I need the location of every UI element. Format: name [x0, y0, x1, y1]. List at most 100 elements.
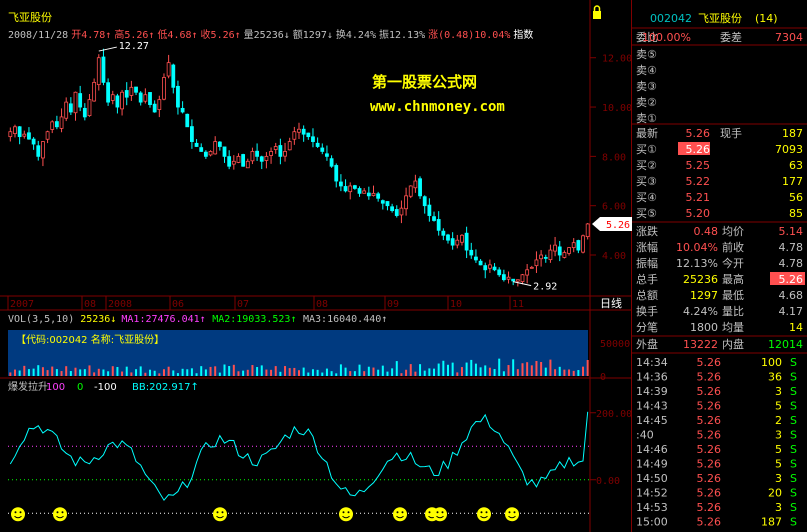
tick-volume: 5: [775, 400, 782, 413]
candle-body: [96, 57, 101, 86]
weicha-label: 委差: [720, 30, 742, 44]
candle-body: [483, 265, 488, 271]
candle-body: [185, 113, 190, 128]
info-item: 低4.68↑: [157, 30, 198, 41]
candle-body: [343, 186, 348, 192]
buy-level-volume: 7093: [775, 143, 803, 156]
stat-label: 均量: [722, 321, 744, 334]
indicator-legend-item: 爆发拉升: [8, 380, 48, 393]
stat-label: 振幅: [636, 256, 658, 270]
candle-body: [68, 103, 73, 113]
neipan-value: 12014: [768, 338, 803, 351]
stat-label: 换手: [636, 304, 658, 318]
candle-body: [120, 91, 124, 110]
candle-body: [13, 126, 17, 135]
weibi-value: 100.00%: [642, 31, 691, 44]
tick-side: S: [790, 443, 797, 456]
tick-time: 15:00: [636, 516, 668, 529]
volume-tick-label: 50000: [600, 339, 630, 350]
candle-body: [138, 92, 143, 103]
tick-side: S: [790, 487, 797, 500]
candle-body: [54, 121, 59, 128]
candle-body: [129, 86, 134, 96]
candle-body: [78, 93, 83, 108]
stat-value: 4.24%: [683, 305, 718, 318]
tick-price: 5.26: [697, 371, 722, 384]
tick-price: 5.26: [697, 356, 722, 369]
tick-volume: 20: [768, 487, 782, 500]
candle-body: [366, 192, 371, 197]
tick-time: 14:36: [636, 371, 668, 384]
candle-body: [497, 269, 502, 276]
candle-body: [520, 274, 525, 283]
kline-chart-svg[interactable]: 12.00 10.00 8.00 6.00 4.00 5.26 12.27 2.92 2007 0…: [0, 0, 632, 532]
candle-body: [106, 82, 111, 103]
candle-body: [180, 107, 185, 113]
date-tick-label: 11: [512, 299, 524, 310]
indicator-legend-item: 0: [77, 382, 83, 393]
candle-body: [92, 81, 97, 102]
candle-body: [171, 64, 176, 88]
buy-signal-smiley-icon: [339, 507, 353, 522]
stat-label: 涨跌: [636, 224, 658, 238]
candle-body: [553, 244, 557, 252]
tick-price: 5.26: [697, 472, 722, 485]
candle-body: [222, 146, 227, 157]
tick-volume: 100: [761, 356, 782, 369]
xianshou-label: 现手: [720, 126, 742, 140]
candle-body: [31, 138, 36, 145]
candle-body: [199, 147, 204, 152]
chart-area[interactable]: 12.00 10.00 8.00 6.00 4.00 5.26 12.27 2.92 2007 0…: [0, 0, 632, 532]
tick-side: S: [790, 516, 797, 529]
candle-body: [278, 145, 283, 157]
lock-icon[interactable]: [590, 4, 604, 22]
date-tick-label: 09: [387, 299, 399, 310]
candle-body: [525, 269, 530, 276]
candle-body: [22, 133, 27, 137]
period-label[interactable]: 日线: [600, 296, 622, 310]
volume-legend-item: 25236↓: [80, 314, 116, 325]
candle-body: [190, 126, 194, 142]
buy-level-volume: 177: [782, 175, 803, 188]
candle-body: [394, 209, 399, 216]
info-item: 高5.26↑: [114, 30, 155, 41]
candle-body: [385, 201, 390, 207]
candle-body: [408, 185, 413, 197]
indicator-legend-item: BB:202.917↑: [132, 382, 199, 393]
info-item[interactable]: 指数: [513, 30, 533, 41]
date-tick-label: 08: [316, 299, 328, 310]
stat-value: 1800: [690, 321, 718, 334]
candle-body: [311, 136, 315, 142]
candle-body: [194, 142, 199, 147]
candle-body: [166, 62, 171, 77]
candle-body: [152, 103, 157, 113]
candle-body: [529, 266, 534, 269]
info-item: 涨(0.48)10.04%: [428, 30, 511, 41]
tick-volume: 36: [768, 371, 782, 384]
candle-body: [236, 155, 241, 163]
tick-price: 5.26: [697, 487, 722, 500]
volume-legend-item: VOL(3,5,10): [8, 314, 74, 325]
candle-body: [148, 92, 152, 105]
candle-body: [352, 185, 357, 189]
candle-body: [511, 278, 516, 282]
candle-body: [348, 185, 353, 193]
tick-side: S: [790, 371, 797, 384]
price-tick-label: 12.00: [602, 54, 632, 65]
waipan-label: 外盘: [636, 337, 658, 351]
tick-time: 14:45: [636, 414, 668, 427]
candle-body: [73, 91, 78, 114]
candle-body: [478, 260, 483, 266]
stock-name: 飞亚股份: [698, 12, 742, 25]
buy-level-label: 买⑤: [636, 207, 657, 220]
candle-body: [297, 128, 301, 133]
watermark-title: 第一股票公式网: [372, 73, 478, 91]
candle-body: [460, 234, 464, 243]
candle-body: [264, 155, 269, 161]
candle-body: [41, 141, 45, 159]
tick-price: 5.26: [697, 443, 722, 456]
buy-level-price: 5.22: [686, 175, 711, 188]
candle-body: [492, 266, 497, 271]
candle-body: [427, 204, 432, 216]
date-tick-label: 2007: [10, 299, 34, 310]
